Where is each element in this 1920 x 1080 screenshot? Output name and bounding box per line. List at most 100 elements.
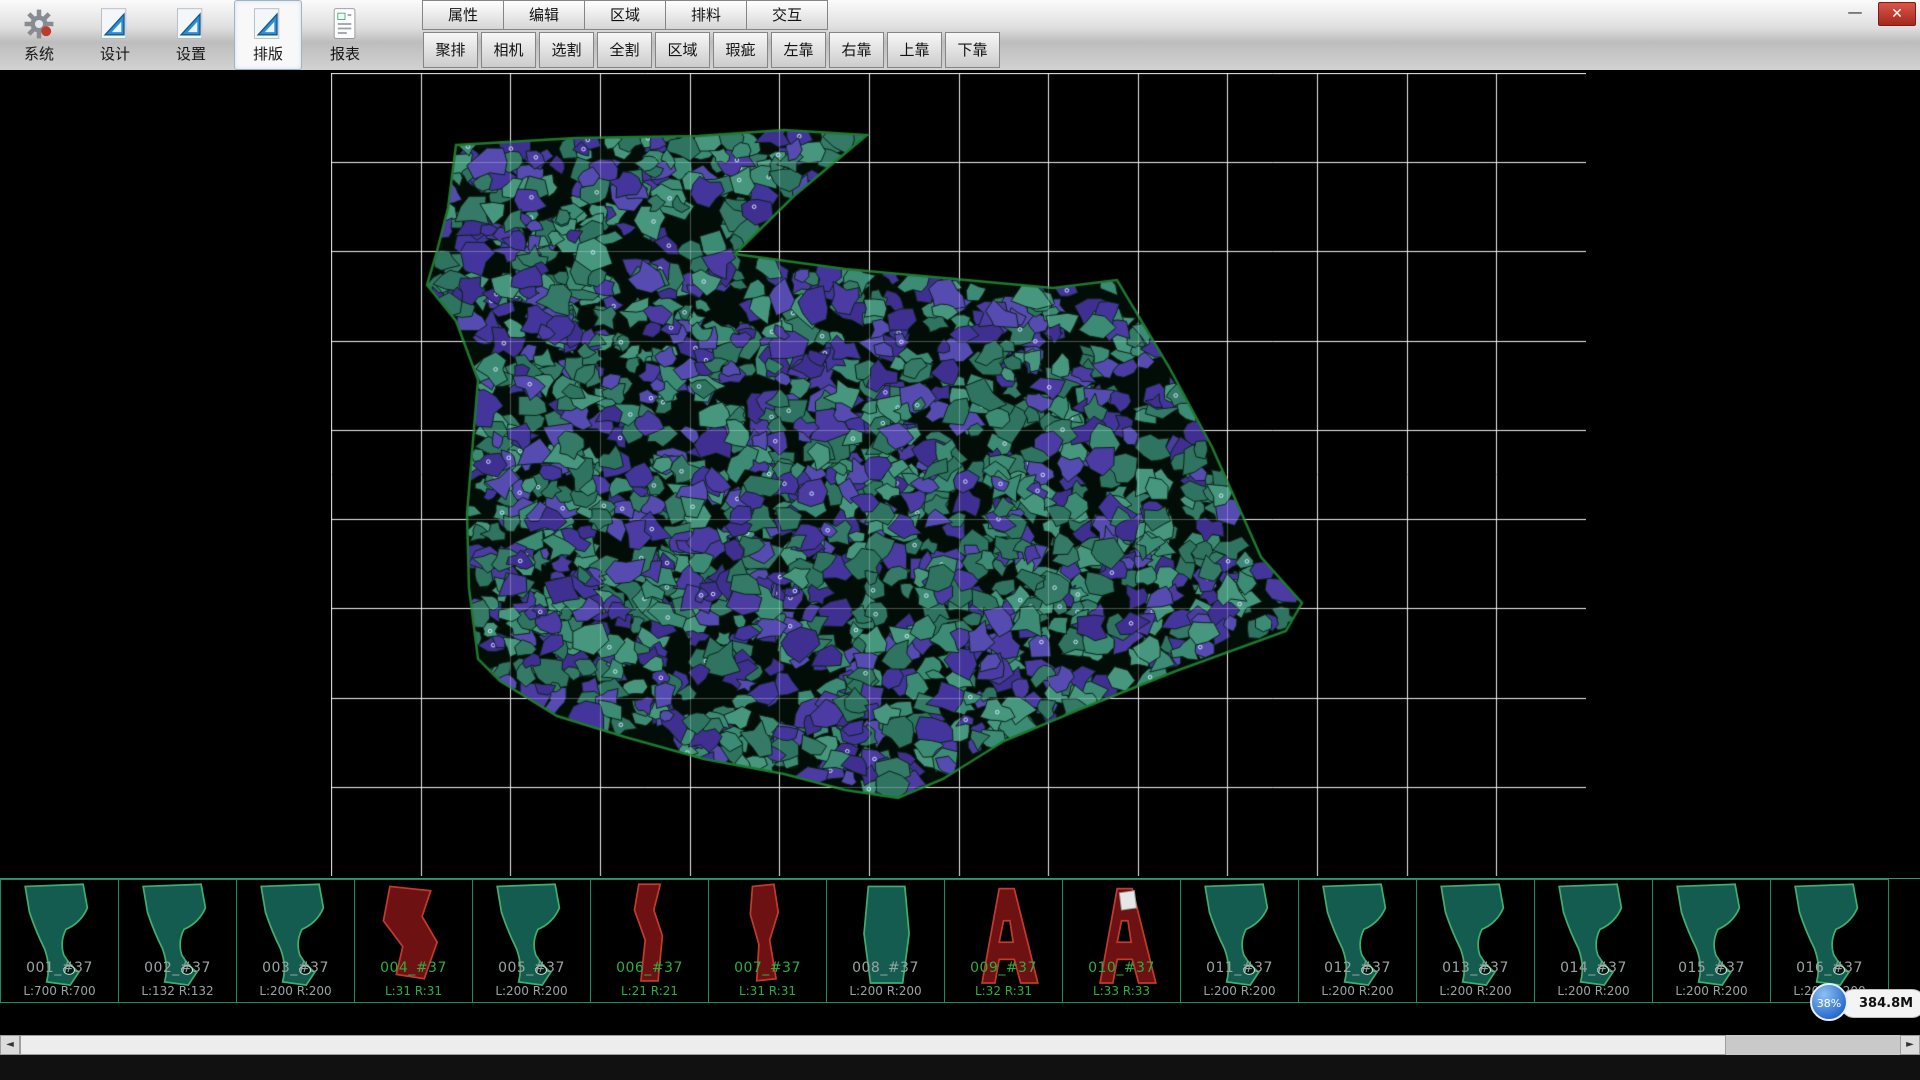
part-shape [237, 880, 354, 998]
part-counts: L:200 R:200 [237, 984, 354, 998]
app-label: 排版 [253, 43, 283, 64]
set-square-icon [173, 6, 209, 42]
scrollbar-thumb[interactable] [20, 1035, 1726, 1055]
scroll-right-arrow-icon[interactable]: ► [1900, 1035, 1920, 1055]
minimize-button[interactable]: — [1840, 2, 1870, 24]
part-name: 011_#37 [1181, 960, 1298, 976]
menu-tab[interactable]: 编辑 [503, 0, 585, 30]
part-thumbnail[interactable]: 008_#37 L:200 R:200 [827, 879, 945, 1003]
app-button[interactable]: 设计 [82, 0, 148, 70]
horizontal-scrollbar[interactable]: ◄ ► [0, 1035, 1920, 1055]
part-counts: L:700 R:700 [1, 984, 118, 998]
close-button[interactable]: ✕ [1878, 2, 1916, 26]
part-name: 016_#37 [1771, 960, 1888, 976]
part-shape [591, 880, 708, 998]
app-label: 报表 [330, 43, 360, 64]
scroll-left-arrow-icon[interactable]: ◄ [0, 1035, 20, 1055]
menu-tab[interactable]: 属性 [422, 0, 504, 30]
part-counts: L:132 R:132 [119, 984, 236, 998]
part-name: 013_#37 [1417, 960, 1534, 976]
part-thumbnail[interactable]: 011_#37 L:200 R:200 [1181, 879, 1299, 1003]
window-controls: — ✕ [1840, 2, 1916, 26]
progress-badge: 38% [1810, 983, 1848, 1021]
top-toolbar: 系统 设计 设置 排版 报表 属性 编辑 区域 排料 交互 聚排 相机 选割 全… [0, 0, 1920, 71]
canvas-viewport [0, 70, 1920, 878]
part-thumbnail[interactable]: 009_#37 L:32 R:31 [945, 879, 1063, 1003]
part-shape [1535, 880, 1652, 998]
part-thumbnail[interactable]: 015_#37 L:200 R:200 [1653, 879, 1771, 1003]
tool-button[interactable]: 区域 [655, 32, 710, 68]
part-thumbnail[interactable]: 004_#37 L:31 R:31 [355, 879, 473, 1003]
app-label: 设置 [176, 43, 206, 64]
part-thumbnail[interactable]: 013_#37 L:200 R:200 [1417, 879, 1535, 1003]
tool-button[interactable]: 聚排 [423, 32, 478, 68]
memory-badge: 384.8M [1840, 989, 1920, 1018]
part-thumbnail[interactable]: 012_#37 L:200 R:200 [1299, 879, 1417, 1003]
tool-button[interactable]: 相机 [481, 32, 536, 68]
part-thumbnail[interactable]: 005_#37 L:200 R:200 [473, 879, 591, 1003]
part-thumbnail[interactable]: 010_#37 L:33 R:33 [1063, 879, 1181, 1003]
tool-bar: 聚排 相机 选割 全割 区域 瑕疵 左靠 右靠 上靠 下靠 [423, 32, 1000, 68]
part-name: 002_#37 [119, 960, 236, 976]
part-counts: L:21 R:21 [591, 984, 708, 998]
part-name: 007_#37 [709, 960, 826, 976]
part-name: 015_#37 [1653, 960, 1770, 976]
bottom-filler [0, 1055, 1920, 1080]
part-shape [945, 880, 1062, 998]
part-shape [1417, 880, 1534, 998]
part-counts: L:33 R:33 [1063, 984, 1180, 998]
part-name: 008_#37 [827, 960, 944, 976]
tool-button[interactable]: 选割 [539, 32, 594, 68]
app-button[interactable]: 设置 [158, 0, 224, 70]
part-counts: L:200 R:200 [1417, 984, 1534, 998]
parts-strip: 001_#37 L:700 R:700 002_#37 L:132 R:132 … [0, 878, 1920, 1003]
set-square-icon [97, 6, 133, 42]
menu-tab-bar: 属性 编辑 区域 排料 交互 [423, 0, 828, 30]
part-thumbnail[interactable]: 014_#37 L:200 R:200 [1535, 879, 1653, 1003]
part-thumbnail[interactable]: 001_#37 L:700 R:700 [0, 879, 119, 1003]
part-thumbnail[interactable]: 002_#37 L:132 R:132 [119, 879, 237, 1003]
gear-icon [21, 6, 57, 42]
menu-tab[interactable]: 排料 [665, 0, 747, 30]
part-counts: L:31 R:31 [355, 984, 472, 998]
part-thumbnail[interactable]: 007_#37 L:31 R:31 [709, 879, 827, 1003]
app-button[interactable]: 排版 [234, 0, 302, 70]
menu-tab[interactable]: 区域 [584, 0, 666, 30]
part-shape [709, 880, 826, 998]
tool-button[interactable]: 下靠 [945, 32, 1000, 68]
part-shape [1771, 880, 1888, 998]
part-name: 004_#37 [355, 960, 472, 976]
part-counts: L:200 R:200 [473, 984, 590, 998]
tool-button[interactable]: 瑕疵 [713, 32, 768, 68]
part-name: 003_#37 [237, 960, 354, 976]
part-name: 006_#37 [591, 960, 708, 976]
part-name: 001_#37 [1, 960, 118, 976]
app-button[interactable]: 报表 [312, 0, 378, 70]
app-button[interactable]: 系统 [6, 0, 72, 70]
tool-button[interactable]: 左靠 [771, 32, 826, 68]
part-name: 009_#37 [945, 960, 1062, 976]
part-shape [119, 880, 236, 998]
tool-button[interactable]: 上靠 [887, 32, 942, 68]
part-name: 012_#37 [1299, 960, 1416, 976]
part-counts: L:200 R:200 [1299, 984, 1416, 998]
app-switcher: 系统 设计 设置 排版 报表 [6, 0, 378, 70]
part-thumbnail[interactable]: 006_#37 L:21 R:21 [591, 879, 709, 1003]
app-label: 系统 [24, 43, 54, 64]
nesting-canvas[interactable] [331, 73, 1586, 876]
part-counts: L:200 R:200 [1535, 984, 1652, 998]
part-shape [1299, 880, 1416, 998]
tool-button[interactable]: 全割 [597, 32, 652, 68]
part-thumbnail[interactable]: 003_#37 L:200 R:200 [237, 879, 355, 1003]
part-shape [1181, 880, 1298, 998]
tool-button[interactable]: 右靠 [829, 32, 884, 68]
part-shape [473, 880, 590, 998]
report-icon [327, 6, 363, 42]
part-shape [827, 880, 944, 998]
part-name: 014_#37 [1535, 960, 1652, 976]
part-counts: L:32 R:31 [945, 984, 1062, 998]
part-name: 005_#37 [473, 960, 590, 976]
menu-tab[interactable]: 交互 [746, 0, 828, 30]
part-counts: L:200 R:200 [827, 984, 944, 998]
set-square-icon [250, 6, 286, 42]
